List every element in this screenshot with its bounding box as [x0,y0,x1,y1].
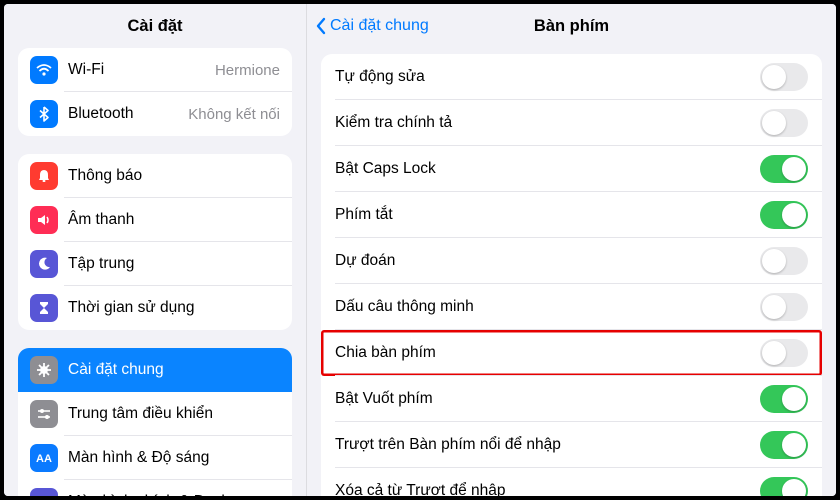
toggle-switch[interactable] [760,293,808,321]
setting-label: Chia bàn phím [335,344,760,362]
setting-label: Tự động sửa [335,68,760,86]
sidebar-item-m-n-h-nh-ch-nh-dock[interactable]: Màn hình chính & Dock [18,480,292,496]
setting-label: Dấu câu thông minh [335,298,760,316]
sidebar-item-value: Hermione [215,62,280,79]
toggle-switch[interactable] [760,477,808,496]
back-button[interactable]: Cài đặt chung [315,17,429,35]
svg-text:AA: AA [36,453,52,465]
toggle-switch[interactable] [760,431,808,459]
sidebar-item-label: Thời gian sử dụng [68,299,280,317]
toggle-switch[interactable] [760,109,808,137]
moon-icon [30,250,58,278]
setting-label: Dự đoán [335,252,760,270]
sidebar-item-m-n-h-nh-s-ng[interactable]: AA Màn hình & Độ sáng [18,436,292,480]
setting-label: Phím tắt [335,206,760,224]
gear-icon [30,356,58,384]
sidebar-item-th-i-gian-s-d-ng[interactable]: Thời gian sử dụng [18,286,292,330]
hourglass-icon [30,294,58,322]
sidebar-item-bluetooth[interactable]: BluetoothKhông kết nối [18,92,292,136]
sidebar-group-1: Wi-FiHermioneBluetoothKhông kết nối [18,48,292,136]
setting-row: Bật Caps Lock [321,146,822,192]
setting-label: Bật Vuốt phím [335,390,760,408]
bell-icon [30,162,58,190]
aa-icon: AA [30,444,58,472]
sidebar-item--m-thanh[interactable]: Âm thanh [18,198,292,242]
sidebar-item-wi-fi[interactable]: Wi-FiHermione [18,48,292,92]
toggle-switch[interactable] [760,247,808,275]
sidebar-item-th-ng-b-o[interactable]: Thông báo [18,154,292,198]
sidebar-group-3: Cài đặt chung Trung tâm điều khiển AA Màn h… [18,348,292,496]
settings-group: Tự động sửa Kiểm tra chính tả Bật Caps Loc… [321,54,822,496]
sidebar-item-c-i-t-chung[interactable]: Cài đặt chung [18,348,292,392]
main-header: Cài đặt chung Bàn phím [307,4,836,48]
back-label: Cài đặt chung [330,17,429,35]
wifi-icon [30,56,58,84]
setting-row: Chia bàn phím [321,330,822,376]
setting-label: Trượt trên Bàn phím nổi để nhập [335,436,760,454]
sidebar-item-value: Không kết nối [188,106,280,123]
settings-app: Cài đặt Wi-FiHermioneBluetoothKhông kết … [4,4,836,496]
setting-label: Kiểm tra chính tả [335,114,760,132]
setting-row: Tự động sửa [321,54,822,100]
sidebar-content: Wi-FiHermioneBluetoothKhông kết nối Thôn… [4,48,306,496]
sliders-icon [30,400,58,428]
setting-row: Dấu câu thông minh [321,284,822,330]
main-content: Tự động sửa Kiểm tra chính tả Bật Caps Loc… [307,48,836,496]
toggle-switch[interactable] [760,339,808,367]
sidebar-item-label: Thông báo [68,167,280,185]
sidebar-item-label: Wi-Fi [68,61,215,79]
setting-row: Trượt trên Bàn phím nổi để nhập [321,422,822,468]
setting-label: Xóa cả từ Trượt để nhập [335,482,760,496]
sidebar-item-label: Tập trung [68,255,280,273]
setting-label: Bật Caps Lock [335,160,760,178]
sidebar-item-label: Màn hình chính & Dock [68,493,280,496]
sidebar-item-label: Cài đặt chung [68,361,280,379]
sidebar-item-label: Trung tâm điều khiển [68,405,280,423]
sidebar-item-label: Âm thanh [68,211,280,229]
toggle-switch[interactable] [760,385,808,413]
sidebar-item-trung-t-m-i-u-khi-n[interactable]: Trung tâm điều khiển [18,392,292,436]
setting-row: Phím tắt [321,192,822,238]
sidebar-item-t-p-trung[interactable]: Tập trung [18,242,292,286]
sidebar-group-2: Thông báo Âm thanh Tập trung Thời gian sử d… [18,154,292,330]
toggle-switch[interactable] [760,155,808,183]
sidebar-item-label: Bluetooth [68,105,188,123]
sidebar: Cài đặt Wi-FiHermioneBluetoothKhông kết … [4,4,307,496]
sidebar-title: Cài đặt [4,4,306,48]
bluetooth-icon [30,100,58,128]
setting-row: Kiểm tra chính tả [321,100,822,146]
chevron-left-icon [315,17,327,35]
setting-row: Dự đoán [321,238,822,284]
sidebar-item-label: Màn hình & Độ sáng [68,449,280,467]
toggle-switch[interactable] [760,201,808,229]
speaker-icon [30,206,58,234]
grid-icon [30,488,58,496]
main-panel: Cài đặt chung Bàn phím Tự động sửa Kiểm t… [307,4,836,496]
toggle-switch[interactable] [760,63,808,91]
setting-row: Bật Vuốt phím [321,376,822,422]
setting-row: Xóa cả từ Trượt để nhập [321,468,822,496]
